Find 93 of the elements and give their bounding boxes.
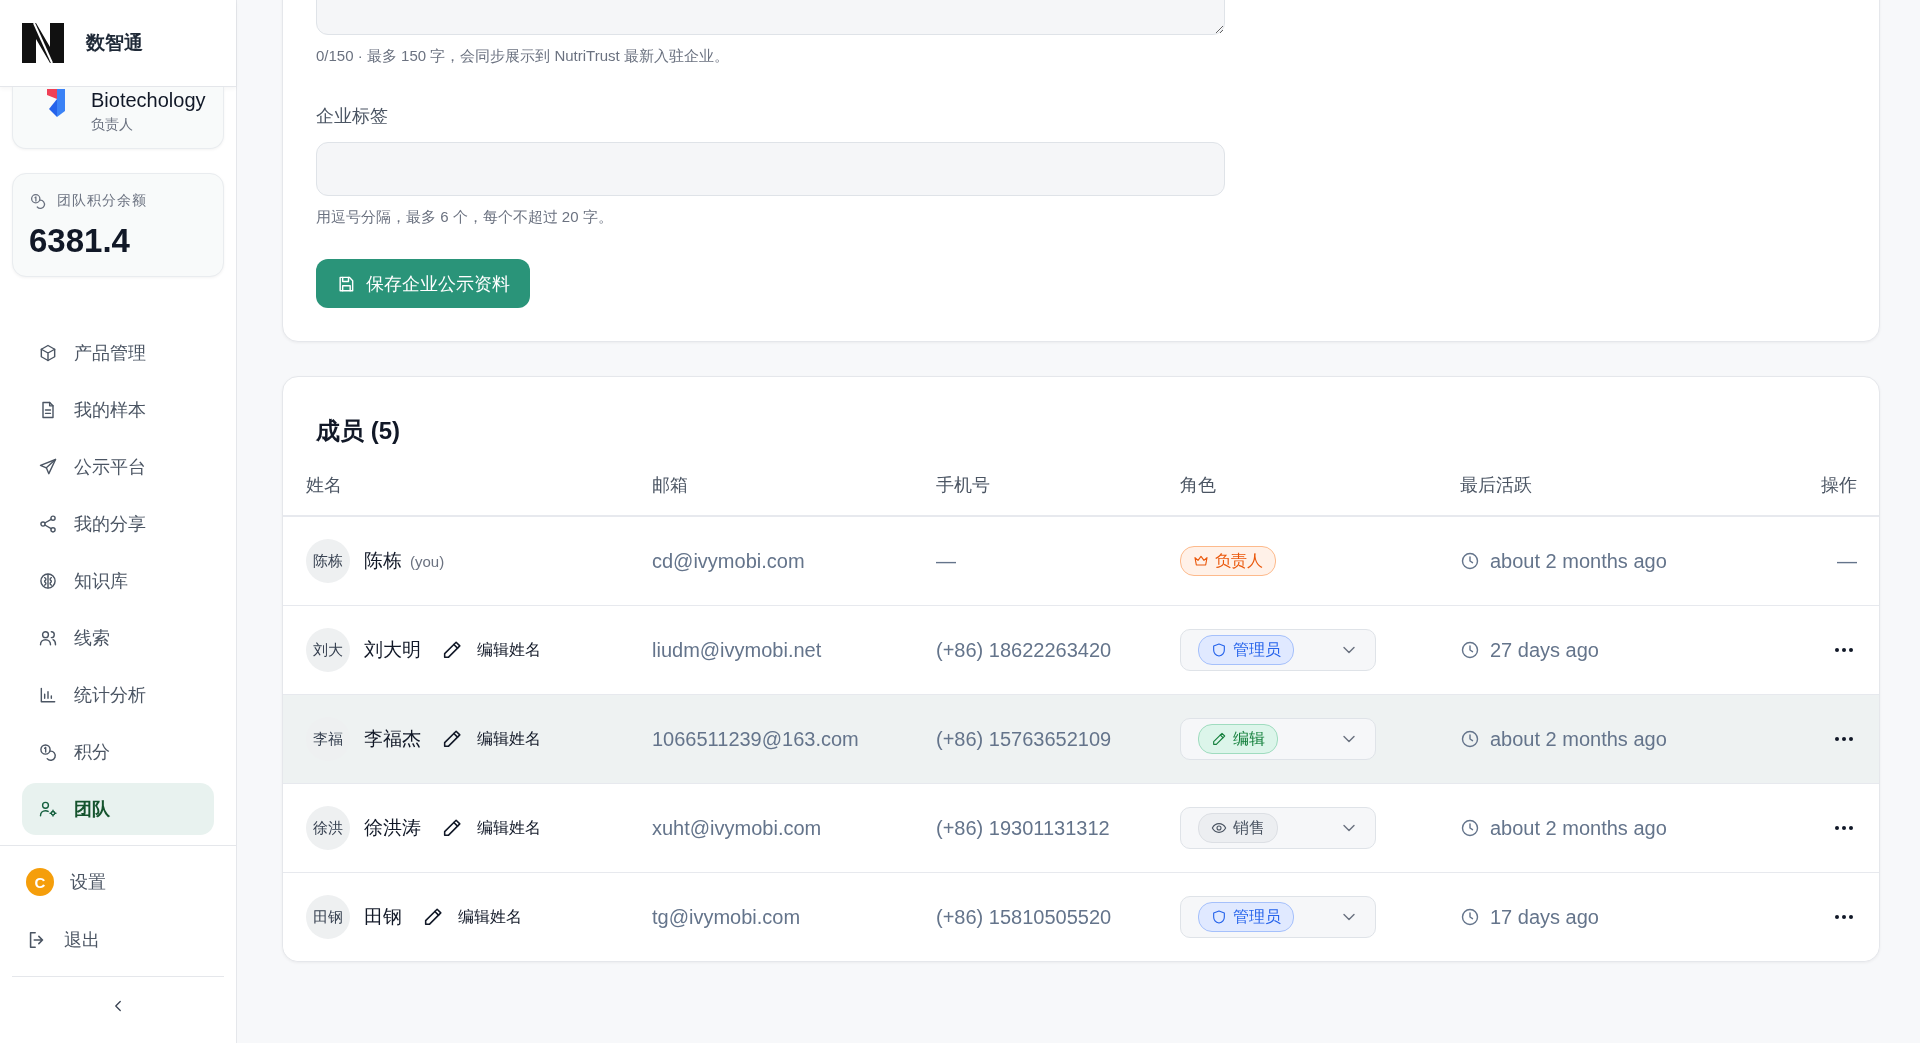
member-name: 徐洪涛: [364, 816, 421, 840]
user-gear-icon: [38, 799, 58, 819]
nav-item[interactable]: 公示平台: [22, 441, 214, 493]
users-icon: [38, 628, 58, 648]
member-phone: (+86) 15810505520: [936, 905, 1112, 928]
pencil-icon: [441, 817, 463, 839]
sidebar-footer-item[interactable]: C 设置: [26, 860, 236, 904]
tags-field[interactable]: [316, 142, 1225, 196]
member-avatar: 田钢: [306, 895, 350, 939]
column-header: 邮箱: [652, 474, 689, 497]
nav-item[interactable]: 线索: [22, 612, 214, 664]
organization-name: Biotechology: [91, 89, 206, 112]
tags-hint: 用逗号分隔，最多 6 个，每个不超过 20 字。: [316, 208, 614, 227]
member-name: 田钢: [364, 905, 402, 929]
member-email: 1066511239@163.com: [652, 727, 859, 750]
clock-icon: [1460, 818, 1480, 838]
column-header: 最后活跃: [1460, 474, 1533, 497]
nav-item[interactable]: 我的分享: [22, 498, 214, 550]
member-email: tg@ivymobi.com: [652, 905, 801, 928]
clock-icon: [1460, 640, 1480, 660]
role-select[interactable]: 编辑: [1180, 718, 1376, 760]
nav-item[interactable]: 统计分析: [22, 669, 214, 721]
role-select[interactable]: 销售: [1180, 807, 1376, 849]
member-name: 刘大明: [364, 638, 421, 662]
member-phone: (+86) 19301131312: [936, 816, 1110, 839]
brain-icon: [38, 571, 58, 591]
organization-card[interactable]: Biotechology 负责人: [12, 87, 224, 149]
role-badge: 负责人: [1180, 546, 1276, 576]
coins-icon: [29, 192, 47, 210]
member-phone: (+86) 15763652109: [936, 727, 1112, 750]
member-name: 陈栋: [364, 549, 402, 573]
last-active: 27 days ago: [1490, 638, 1599, 662]
member-email: liudm@ivymobi.net: [652, 638, 822, 661]
save-button[interactable]: 保存企业公示资料: [316, 259, 530, 308]
clock-icon: [1460, 729, 1480, 749]
edit-name-button[interactable]: 编辑姓名: [435, 817, 541, 839]
member-avatar: 刘大: [306, 628, 350, 672]
crown-icon: [1193, 553, 1209, 569]
role-badge: 管理员: [1198, 635, 1294, 665]
bar-chart-icon: [38, 685, 58, 705]
column-header: 操作: [1820, 474, 1858, 497]
role-badge: 编辑: [1198, 724, 1278, 754]
edit-name-button[interactable]: 编辑姓名: [435, 639, 541, 661]
credits-value: 6381.4: [29, 222, 131, 260]
share-icon: [38, 514, 58, 534]
last-active: about 2 months ago: [1490, 727, 1667, 751]
user-avatar: C: [26, 868, 54, 896]
role-select[interactable]: 管理员: [1180, 629, 1376, 671]
eye-icon: [1211, 820, 1227, 836]
role-select[interactable]: 管理员: [1180, 896, 1376, 938]
tags-label: 企业标签: [316, 105, 389, 128]
logo-icon: [20, 21, 66, 65]
shield-icon: [1211, 909, 1227, 925]
shield-icon: [1211, 642, 1227, 658]
clock-icon: [1460, 551, 1480, 571]
nav-item[interactable]: 产品管理: [22, 327, 214, 379]
pencil-icon: [441, 728, 463, 750]
sidebar-footer-item[interactable]: 退出: [26, 918, 236, 962]
pencil-icon: [441, 639, 463, 661]
role-badge: 管理员: [1198, 902, 1294, 932]
box-icon: [38, 343, 58, 363]
member-phone: —: [936, 549, 956, 572]
nav-item[interactable]: 知识库: [22, 555, 214, 607]
credits-label: 团队积分余额: [57, 192, 147, 210]
no-action: —: [1837, 549, 1857, 573]
role-badge: 销售: [1198, 813, 1278, 843]
nav-item[interactable]: 我的样本: [22, 384, 214, 436]
last-active: 17 days ago: [1490, 905, 1599, 929]
description-hint: 0/150 · 最多 150 字，会同步展示到 NutriTrust 最新入驻企业。: [316, 47, 730, 66]
column-header: 姓名: [305, 474, 343, 497]
nav-item[interactable]: 团队: [22, 783, 214, 835]
edit-name-button[interactable]: 编辑姓名: [416, 906, 522, 928]
member-avatar: 陈栋: [306, 539, 350, 583]
column-header: 角色: [1180, 474, 1217, 497]
nav-item[interactable]: 积分: [22, 726, 214, 778]
pencil-icon: [1211, 731, 1227, 747]
pencil-icon: [422, 906, 444, 928]
organization-role: 负责人: [91, 116, 134, 134]
member-email: cd@ivymobi.com: [652, 549, 805, 572]
last-active: about 2 months ago: [1490, 816, 1667, 840]
coins-icon: [38, 742, 58, 762]
member-name: 李福杰: [364, 727, 421, 751]
paper-plane-icon: [38, 457, 58, 477]
clock-icon: [1460, 907, 1480, 927]
members-title: 成员 (5): [315, 416, 401, 446]
you-tag: (you): [410, 552, 445, 570]
member-email: xuht@ivymobi.com: [652, 816, 822, 839]
column-header: 手机号: [936, 474, 991, 497]
member-phone: (+86) 18622263420: [936, 638, 1112, 661]
brand-name: 数智通: [86, 31, 143, 55]
edit-name-button[interactable]: 编辑姓名: [435, 728, 541, 750]
member-avatar: 徐洪: [306, 806, 350, 850]
last-active: about 2 months ago: [1490, 549, 1667, 573]
